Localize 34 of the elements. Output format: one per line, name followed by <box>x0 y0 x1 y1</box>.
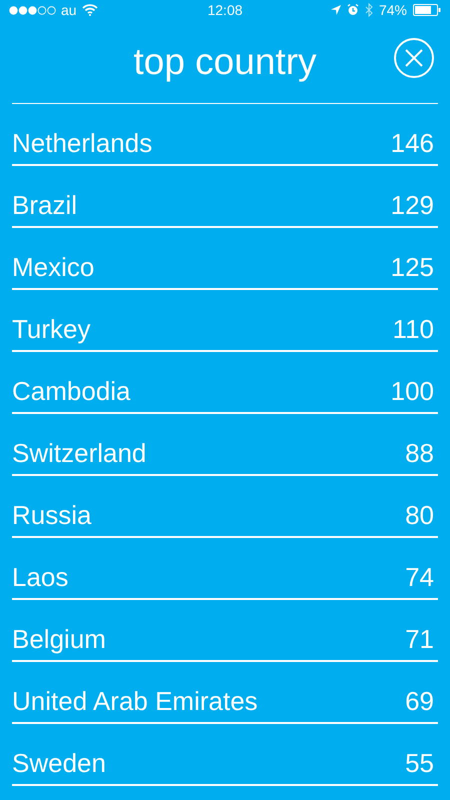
signal-icon <box>9 6 56 14</box>
carrier-name: au <box>61 0 77 20</box>
country-name: Brazil <box>12 192 78 218</box>
country-name: Netherlands <box>12 130 152 156</box>
visit-count: 110 <box>392 316 435 342</box>
visit-count: 100 <box>390 378 435 404</box>
visit-count: 146 <box>390 130 435 156</box>
close-icon <box>405 49 423 67</box>
visit-count: 74 <box>405 564 435 590</box>
visit-count: 69 <box>405 688 435 714</box>
country-name: Sweden <box>12 750 106 776</box>
battery-percent: 74% <box>378 0 407 20</box>
country-name: Russia <box>12 502 92 528</box>
screen-title: top country <box>133 43 317 80</box>
country-name: United Arab Emirates <box>12 688 258 714</box>
alarm-clock-icon <box>346 4 359 16</box>
country-name: Mexico <box>12 254 94 280</box>
location-arrow-icon <box>330 5 341 15</box>
country-name: Turkey <box>12 316 90 342</box>
visit-count: 88 <box>405 440 435 466</box>
clock-time: 12:08 <box>207 0 243 20</box>
visit-count: 80 <box>405 502 435 528</box>
country-name: Laos <box>12 564 68 590</box>
bluetooth-icon <box>364 3 373 17</box>
visit-count: 125 <box>390 254 435 280</box>
wifi-icon <box>82 4 98 16</box>
close-button[interactable] <box>394 38 434 78</box>
visit-count: 55 <box>405 750 435 776</box>
battery-icon <box>413 4 441 16</box>
country-name: Switzerland <box>12 440 146 466</box>
visit-count: 129 <box>390 192 435 218</box>
country-name: Cambodia <box>12 378 131 404</box>
country-name: Belgium <box>12 626 106 652</box>
visit-count: 71 <box>405 626 435 652</box>
